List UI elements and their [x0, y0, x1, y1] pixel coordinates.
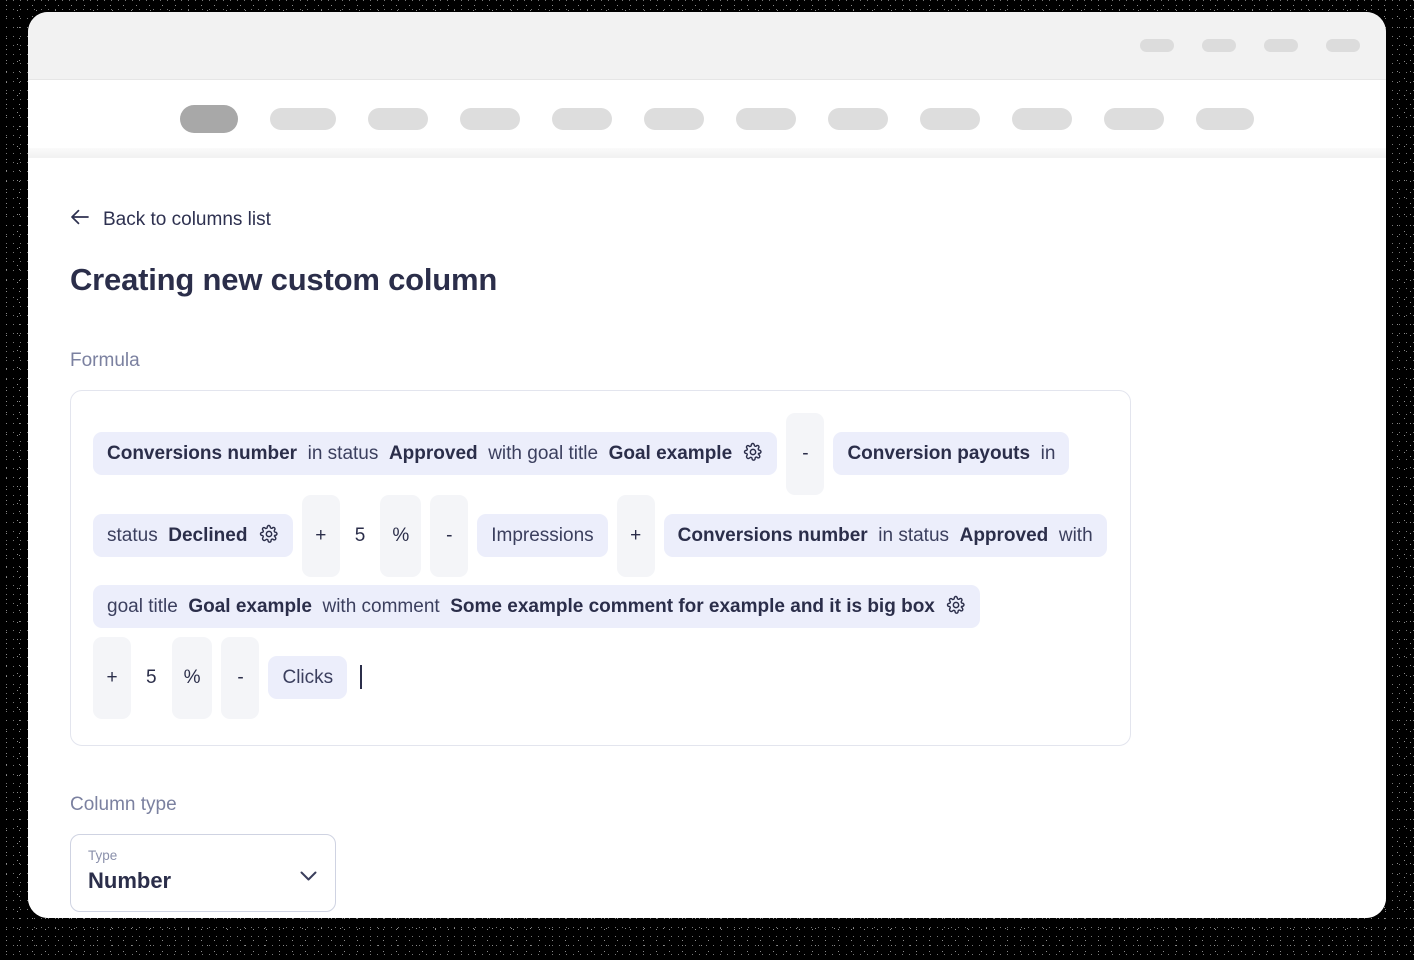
- arrow-left-icon: [70, 208, 90, 232]
- nav-tab-active[interactable]: [180, 105, 238, 133]
- token-conversions-number-approved-goal[interactable]: Conversions number in status Approved wi…: [93, 432, 777, 475]
- nav-tab-9[interactable]: [920, 108, 980, 130]
- token-percent[interactable]: %: [380, 495, 421, 577]
- token-minus[interactable]: -: [786, 413, 824, 495]
- settings-gear-icon[interactable]: [743, 446, 763, 467]
- token-number-5[interactable]: 5: [140, 637, 163, 719]
- back-link-label: Back to columns list: [103, 209, 271, 231]
- token-percent[interactable]: %: [172, 637, 213, 719]
- settings-gear-icon[interactable]: [946, 599, 966, 620]
- token-part: Declined: [168, 525, 247, 546]
- nav-tab-3[interactable]: [368, 108, 428, 130]
- token-part: Goal example: [188, 596, 312, 617]
- main-navigation-bar: [28, 80, 1386, 158]
- nav-tab-11[interactable]: [1104, 108, 1164, 130]
- token-clicks[interactable]: Clicks: [268, 656, 347, 699]
- token-part: with goal title: [488, 443, 598, 464]
- token-part: in status: [878, 525, 949, 546]
- token-part: Some example comment for example and it …: [450, 596, 935, 617]
- back-to-columns-list-link[interactable]: Back to columns list: [70, 208, 271, 232]
- token-part: Conversion payouts: [847, 443, 1030, 464]
- page-content: Back to columns list Creating new custom…: [28, 158, 1386, 918]
- token-plus[interactable]: +: [93, 637, 131, 719]
- titlebar-buttons: [1140, 39, 1360, 52]
- token-minus[interactable]: -: [430, 495, 468, 577]
- nav-tab-5[interactable]: [552, 108, 612, 130]
- token-plus[interactable]: +: [302, 495, 340, 577]
- token-part: Conversions number: [107, 443, 297, 464]
- nav-tab-2[interactable]: [270, 108, 336, 130]
- nav-tab-12[interactable]: [1196, 108, 1254, 130]
- text-cursor: [360, 665, 362, 689]
- column-type-floating-label: Type: [88, 848, 319, 863]
- nav-tab-10[interactable]: [1012, 108, 1072, 130]
- settings-gear-icon[interactable]: [259, 528, 279, 549]
- token-plus[interactable]: +: [617, 495, 655, 577]
- browser-titlebar: [28, 12, 1386, 80]
- token-part: Approved: [960, 525, 1049, 546]
- formula-editor[interactable]: Conversions number in status Approved wi…: [70, 390, 1131, 746]
- nav-tab-8[interactable]: [828, 108, 888, 130]
- token-part: Impressions: [491, 525, 593, 546]
- token-part: Goal example: [609, 443, 733, 464]
- browser-window: Back to columns list Creating new custom…: [28, 12, 1386, 918]
- token-minus[interactable]: -: [221, 637, 259, 719]
- column-type-select[interactable]: Type Number: [70, 834, 336, 912]
- titlebar-button-2[interactable]: [1202, 39, 1236, 52]
- token-part: in status: [308, 443, 379, 464]
- formula-section-label: Formula: [70, 350, 1386, 372]
- nav-tab-4[interactable]: [460, 108, 520, 130]
- page-title: Creating new custom column: [70, 262, 1386, 298]
- token-part: Approved: [389, 443, 478, 464]
- titlebar-button-4[interactable]: [1326, 39, 1360, 52]
- token-part: Conversions number: [678, 525, 868, 546]
- token-number-5[interactable]: 5: [349, 495, 372, 577]
- titlebar-button-1[interactable]: [1140, 39, 1174, 52]
- token-impressions[interactable]: Impressions: [477, 514, 607, 557]
- token-part: with comment: [322, 596, 439, 617]
- titlebar-button-3[interactable]: [1264, 39, 1298, 52]
- token-part: Clicks: [282, 667, 333, 688]
- chevron-down-icon[interactable]: [300, 869, 317, 887]
- formula-token-list: Conversions number in status Approved wi…: [93, 413, 1108, 719]
- nav-tab-7[interactable]: [736, 108, 796, 130]
- column-type-section-label: Column type: [70, 794, 1386, 816]
- nav-tab-6[interactable]: [644, 108, 704, 130]
- column-type-value: Number: [88, 868, 319, 894]
